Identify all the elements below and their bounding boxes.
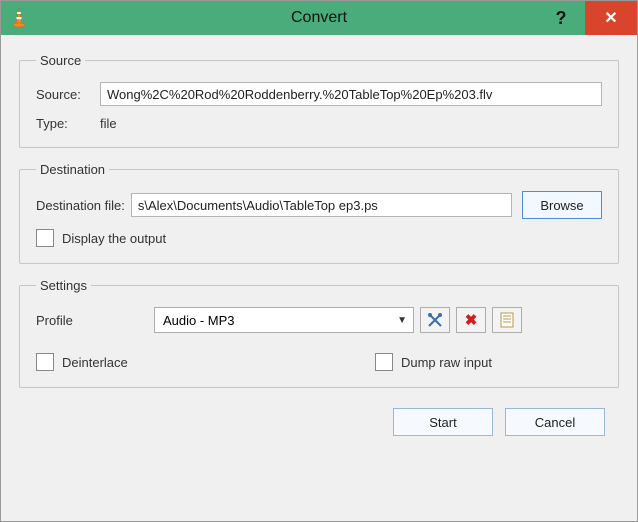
dump-raw-checkbox[interactable] (375, 353, 393, 371)
window-controls: ? ✕ (537, 1, 637, 35)
browse-button[interactable]: Browse (522, 191, 602, 219)
settings-legend: Settings (36, 278, 91, 293)
deinterlace-label: Deinterlace (62, 355, 128, 370)
start-button[interactable]: Start (393, 408, 493, 436)
profile-combobox[interactable]: Audio - MP3 ▼ (154, 307, 414, 333)
dialog-footer: Start Cancel (15, 402, 623, 442)
source-legend: Source (36, 53, 85, 68)
source-label: Source: (36, 87, 92, 102)
destination-group: Destination Destination file: Browse Dis… (19, 162, 619, 264)
new-profile-icon (500, 312, 514, 328)
source-input[interactable] (100, 82, 602, 106)
tools-icon (427, 312, 443, 328)
delete-icon: ✖ (465, 311, 478, 329)
destination-file-label: Destination file: (36, 198, 125, 213)
help-button[interactable]: ? (537, 1, 585, 35)
deinterlace-checkbox[interactable] (36, 353, 54, 371)
destination-file-input[interactable] (131, 193, 512, 217)
type-value: file (100, 116, 117, 131)
destination-legend: Destination (36, 162, 109, 177)
new-profile-button[interactable] (492, 307, 522, 333)
settings-group: Settings Profile Audio - MP3 ▼ ✖ (19, 278, 619, 388)
convert-dialog: Convert ? ✕ Source Source: Type: file De… (0, 0, 638, 522)
profile-label: Profile (36, 313, 146, 328)
dialog-body: Source Source: Type: file Destination De… (1, 35, 637, 521)
cancel-button[interactable]: Cancel (505, 408, 605, 436)
chevron-down-icon: ▼ (397, 315, 407, 326)
display-output-checkbox[interactable] (36, 229, 54, 247)
profile-value: Audio - MP3 (163, 313, 235, 328)
source-group: Source Source: Type: file (19, 53, 619, 148)
display-output-label: Display the output (62, 231, 166, 246)
type-label: Type: (36, 116, 92, 131)
delete-profile-button[interactable]: ✖ (456, 307, 486, 333)
edit-profile-button[interactable] (420, 307, 450, 333)
titlebar: Convert ? ✕ (1, 1, 637, 35)
dump-raw-label: Dump raw input (401, 355, 492, 370)
close-button[interactable]: ✕ (585, 1, 637, 35)
vlc-cone-icon (11, 8, 27, 28)
